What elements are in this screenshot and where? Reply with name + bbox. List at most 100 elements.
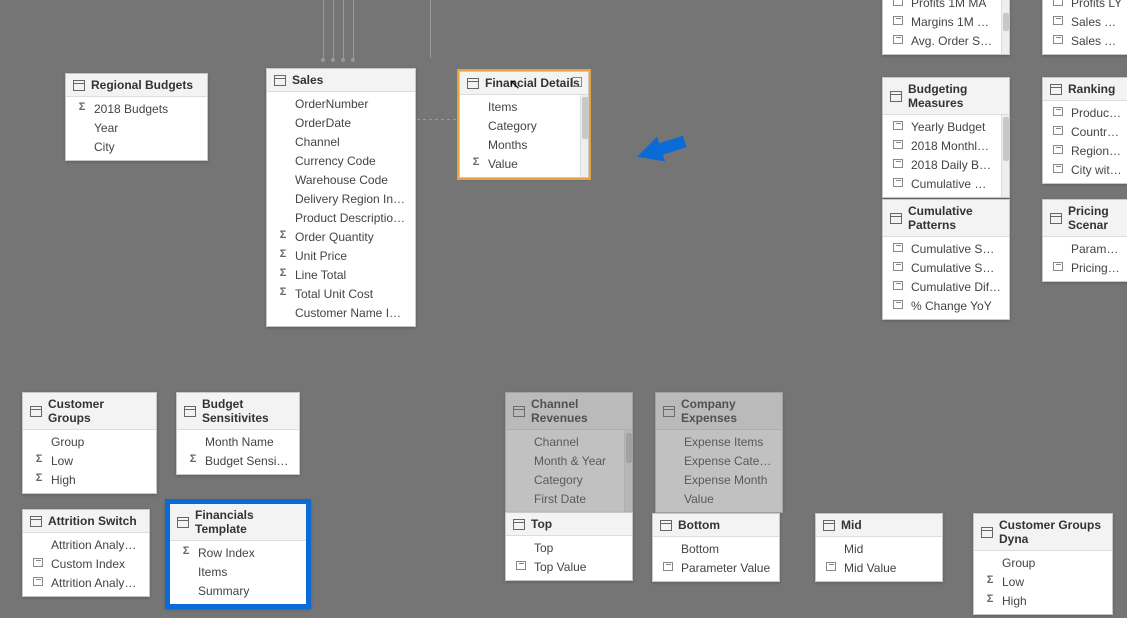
table-header[interactable]: Financials Template <box>170 504 306 541</box>
table-header[interactable]: Sales <box>267 69 415 92</box>
field[interactable]: Country Sales R <box>1043 123 1127 142</box>
field[interactable]: City within Cou <box>1043 161 1127 180</box>
table-header[interactable]: Ranking <box>1043 78 1127 101</box>
field[interactable]: Low <box>23 452 156 471</box>
table-top[interactable]: Top Top Top Value <box>505 512 633 581</box>
field[interactable]: Low <box>974 573 1112 592</box>
table-header[interactable]: Budgeting Measures <box>883 78 1009 115</box>
field[interactable]: Order Quantity <box>267 228 415 247</box>
field[interactable]: Year <box>66 119 207 138</box>
field[interactable]: Expense Items <box>656 433 782 452</box>
field[interactable]: Top <box>506 539 632 558</box>
table-header[interactable]: Bottom <box>653 514 779 537</box>
table-header[interactable]: Pricing Scenar <box>1043 200 1127 237</box>
field[interactable]: Warehouse Code <box>267 171 415 190</box>
table-sales[interactable]: Sales OrderNumber OrderDate Channel Curr… <box>266 68 416 327</box>
scroll-thumb[interactable] <box>1003 13 1009 31</box>
table-budgeting-measures[interactable]: Budgeting Measures Yearly Budget 2018 Mo… <box>882 77 1010 198</box>
field[interactable]: % Change YoY <box>883 297 1009 316</box>
field[interactable]: Value <box>460 155 580 174</box>
field[interactable]: Summary <box>170 582 306 601</box>
field[interactable]: 2018 Monthly Budge <box>883 137 1001 156</box>
field[interactable]: Cumulative Diff. vs LY <box>883 278 1009 297</box>
table-attrition-switch[interactable]: Attrition Switch Attrition Analysis Sele… <box>22 509 150 597</box>
field[interactable]: OrderNumber <box>267 95 415 114</box>
field[interactable]: First Date <box>506 490 624 509</box>
table-header[interactable]: Channel Revenues <box>506 393 632 430</box>
table-header[interactable]: Budget Sensitivites <box>177 393 299 430</box>
field[interactable]: Value <box>656 490 782 509</box>
table-header[interactable]: Attrition Switch <box>23 510 149 533</box>
field[interactable]: Group <box>23 433 156 452</box>
field[interactable]: Expense Category <box>656 452 782 471</box>
field[interactable]: Cumulative Sales LY <box>883 259 1009 278</box>
field[interactable]: Cumulative Budgets <box>883 175 1001 194</box>
field[interactable]: Month Name <box>177 433 299 452</box>
scroll-thumb[interactable] <box>1003 117 1009 161</box>
field[interactable]: Month & Year <box>506 452 624 471</box>
scrollbar[interactable] <box>580 95 588 177</box>
scrollbar[interactable] <box>1001 0 1009 54</box>
field[interactable]: Product Sales R <box>1043 104 1127 123</box>
field[interactable]: Regional Sales <box>1043 142 1127 161</box>
field[interactable]: Currency Code <box>267 152 415 171</box>
table-header[interactable]: Financial Details <box>460 72 588 95</box>
field[interactable]: Top Value <box>506 558 632 577</box>
table-header[interactable]: Mid <box>816 514 942 537</box>
collapse-icon[interactable] <box>572 77 582 87</box>
field[interactable]: Parameter Value <box>653 559 779 578</box>
field[interactable]: Items <box>460 98 580 117</box>
field[interactable]: Line Total <box>267 266 415 285</box>
field[interactable]: Unit Price <box>267 247 415 266</box>
field[interactable]: Expense Month <box>656 471 782 490</box>
table-customer-groups[interactable]: Customer Groups Group Low High <box>22 392 157 494</box>
field[interactable]: Sales Year to D <box>1043 32 1127 51</box>
table-ranking[interactable]: Ranking Product Sales R Country Sales R … <box>1042 77 1127 184</box>
table-channel-revenues[interactable]: Channel Revenues Channel Month & Year Ca… <box>505 392 633 513</box>
table-header[interactable]: Customer Groups <box>23 393 156 430</box>
field[interactable]: Custom Index <box>23 555 149 574</box>
table-header[interactable]: Top <box>506 513 632 536</box>
field[interactable]: Months <box>460 136 580 155</box>
table-company-expenses[interactable]: Company Expenses Expense Items Expense C… <box>655 392 783 513</box>
table-bottom[interactable]: Bottom Bottom Parameter Value <box>652 513 780 582</box>
field[interactable]: Yearly Budget <box>883 118 1001 137</box>
table-budget-sensitivites[interactable]: Budget Sensitivites Month Name Budget Se… <box>176 392 300 475</box>
table-header[interactable]: Cumulative Patterns <box>883 200 1009 237</box>
field[interactable]: Attrition Analysis Select <box>23 536 149 555</box>
table-measures-partial-2[interactable]: Profits LY Sales Year to D Sales Year to… <box>1042 0 1127 55</box>
field[interactable]: OrderDate <box>267 114 415 133</box>
table-cumulative-patterns[interactable]: Cumulative Patterns Cumulative Sales Cum… <box>882 199 1010 320</box>
field[interactable]: Category <box>506 471 624 490</box>
field[interactable]: Margins 1M MA <box>883 13 1001 32</box>
field[interactable]: Mid Value <box>816 559 942 578</box>
scrollbar[interactable] <box>624 430 632 512</box>
scroll-thumb[interactable] <box>626 433 632 463</box>
field[interactable]: Sales Year to D <box>1043 13 1127 32</box>
field[interactable]: Avg. Order Size 1M M <box>883 32 1001 51</box>
table-financial-details[interactable]: Financial Details Items Category Months … <box>459 71 589 178</box>
field[interactable]: Attrition Analysis Type <box>23 574 149 593</box>
scrollbar[interactable] <box>1001 115 1009 197</box>
field[interactable]: Product Description Index <box>267 209 415 228</box>
field[interactable]: Customer Name Index <box>267 304 415 323</box>
field[interactable]: Group <box>974 554 1112 573</box>
field[interactable]: Channel <box>506 433 624 452</box>
field[interactable]: Delivery Region Index <box>267 190 415 209</box>
table-mid[interactable]: Mid Mid Mid Value <box>815 513 943 582</box>
table-header[interactable]: Customer Groups Dyna <box>974 514 1112 551</box>
field[interactable]: Budget Sensitivity <box>177 452 299 471</box>
field[interactable]: Profits LY <box>1043 0 1127 13</box>
table-financials-template[interactable]: Financials Template Row Index Items Summ… <box>165 499 311 609</box>
scroll-thumb[interactable] <box>582 97 588 139</box>
field[interactable]: Total Unit Cost <box>267 285 415 304</box>
field[interactable]: Profits 1M MA <box>883 0 1001 13</box>
field[interactable]: Cumulative Sales <box>883 240 1009 259</box>
table-regional-budgets[interactable]: Regional Budgets 2018 Budgets Year City <box>65 73 208 161</box>
table-measures-partial[interactable]: Profits 1M MA Margins 1M MA Avg. Order S… <box>882 0 1010 55</box>
field[interactable]: Bottom <box>653 540 779 559</box>
field[interactable]: City <box>66 138 207 157</box>
table-header[interactable]: Regional Budgets <box>66 74 207 97</box>
table-header[interactable]: Company Expenses <box>656 393 782 430</box>
field[interactable]: Category <box>460 117 580 136</box>
